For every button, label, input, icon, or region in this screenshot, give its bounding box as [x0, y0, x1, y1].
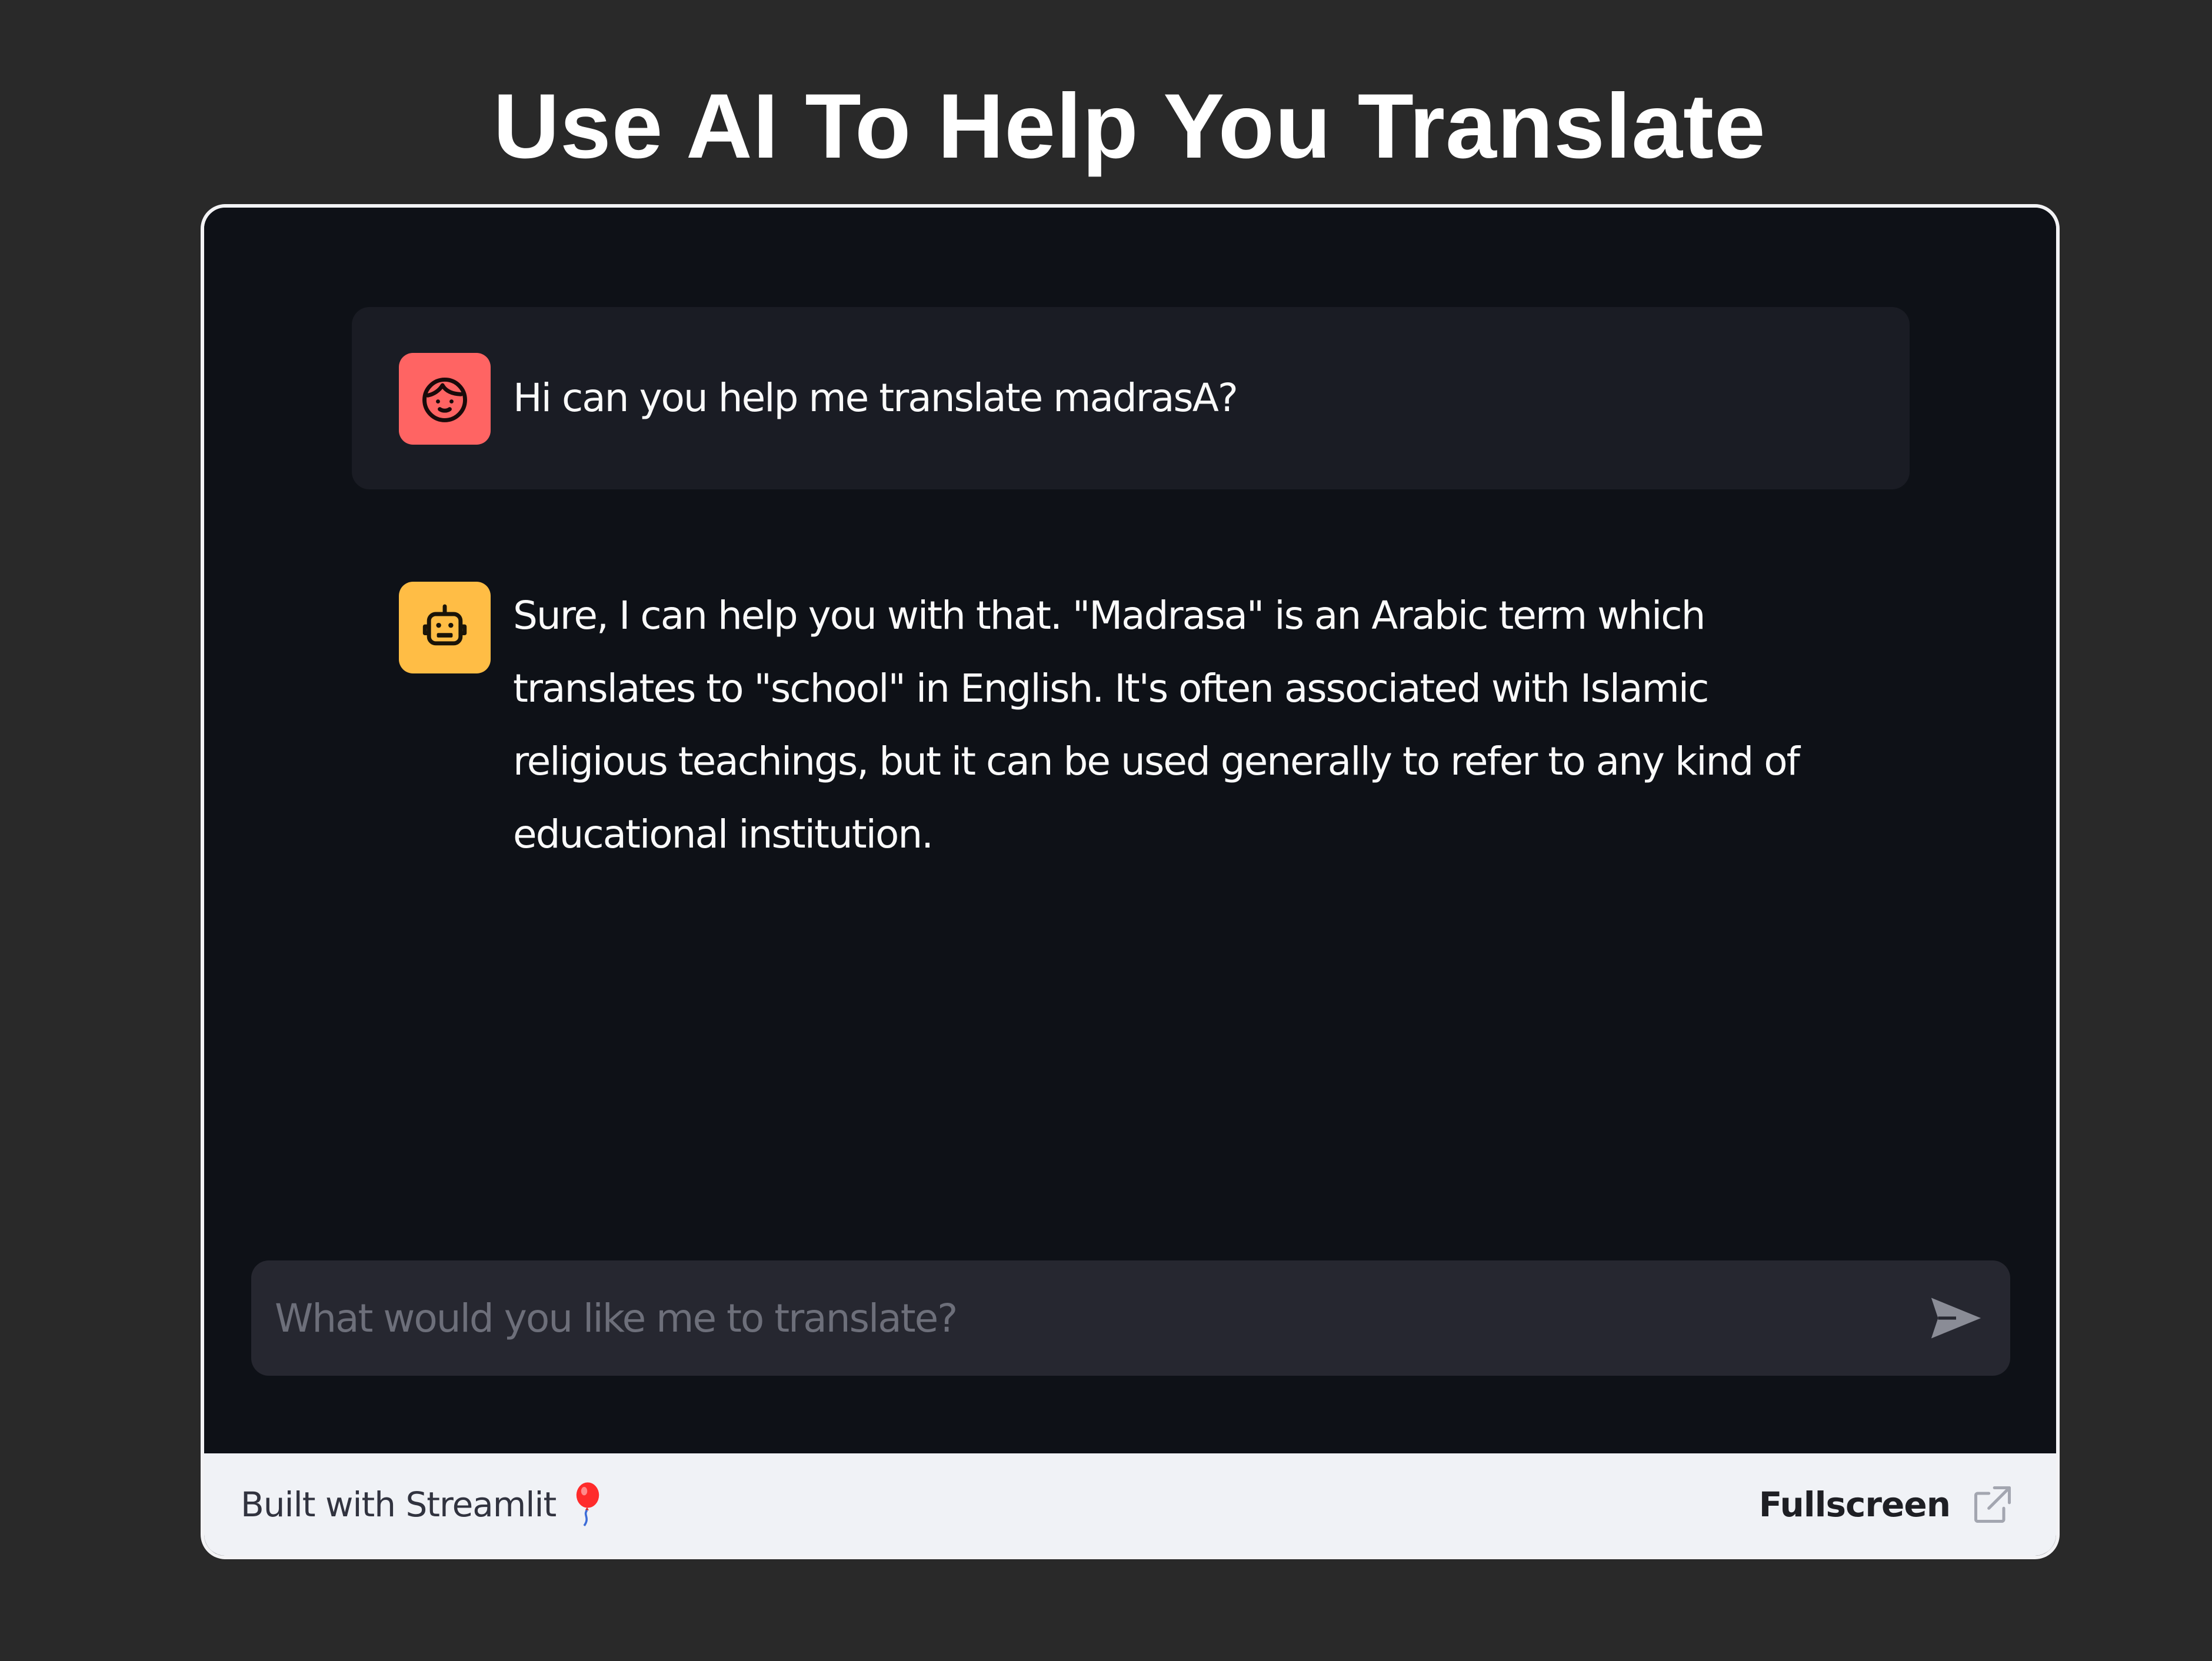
assistant-message-text: Sure, I can help you with that. "Madrasa…	[513, 593, 1800, 857]
fullscreen-button[interactable]: Fullscreen	[1759, 1453, 2015, 1556]
page-title: Use AI To Help You Translate	[493, 75, 1766, 178]
built-with-label: Built with Streamlit	[241, 1485, 557, 1525]
app-footer: Built with Streamlit Fullscreen	[204, 1453, 2056, 1556]
send-icon	[1931, 1298, 1981, 1339]
balloon-icon	[572, 1481, 601, 1528]
chat-input-container	[251, 1260, 2010, 1376]
streamlit-app-frame: Hi can you help me translate madrasA? Su…	[201, 204, 2060, 1559]
user-message-text: Hi can you help me translate madrasA?	[513, 375, 1238, 421]
send-button[interactable]	[1925, 1288, 1987, 1349]
chat-input[interactable]	[275, 1260, 1922, 1376]
fullscreen-label: Fullscreen	[1758, 1485, 1951, 1525]
chat-message-user: Hi can you help me translate madrasA?	[352, 307, 1910, 489]
external-link-icon	[1970, 1482, 2015, 1527]
robot-icon	[399, 582, 491, 673]
built-with-streamlit-link[interactable]: Built with Streamlit	[241, 1453, 601, 1556]
chat-area: Hi can you help me translate madrasA? Su…	[204, 208, 2056, 1453]
user-face-icon	[399, 353, 491, 445]
